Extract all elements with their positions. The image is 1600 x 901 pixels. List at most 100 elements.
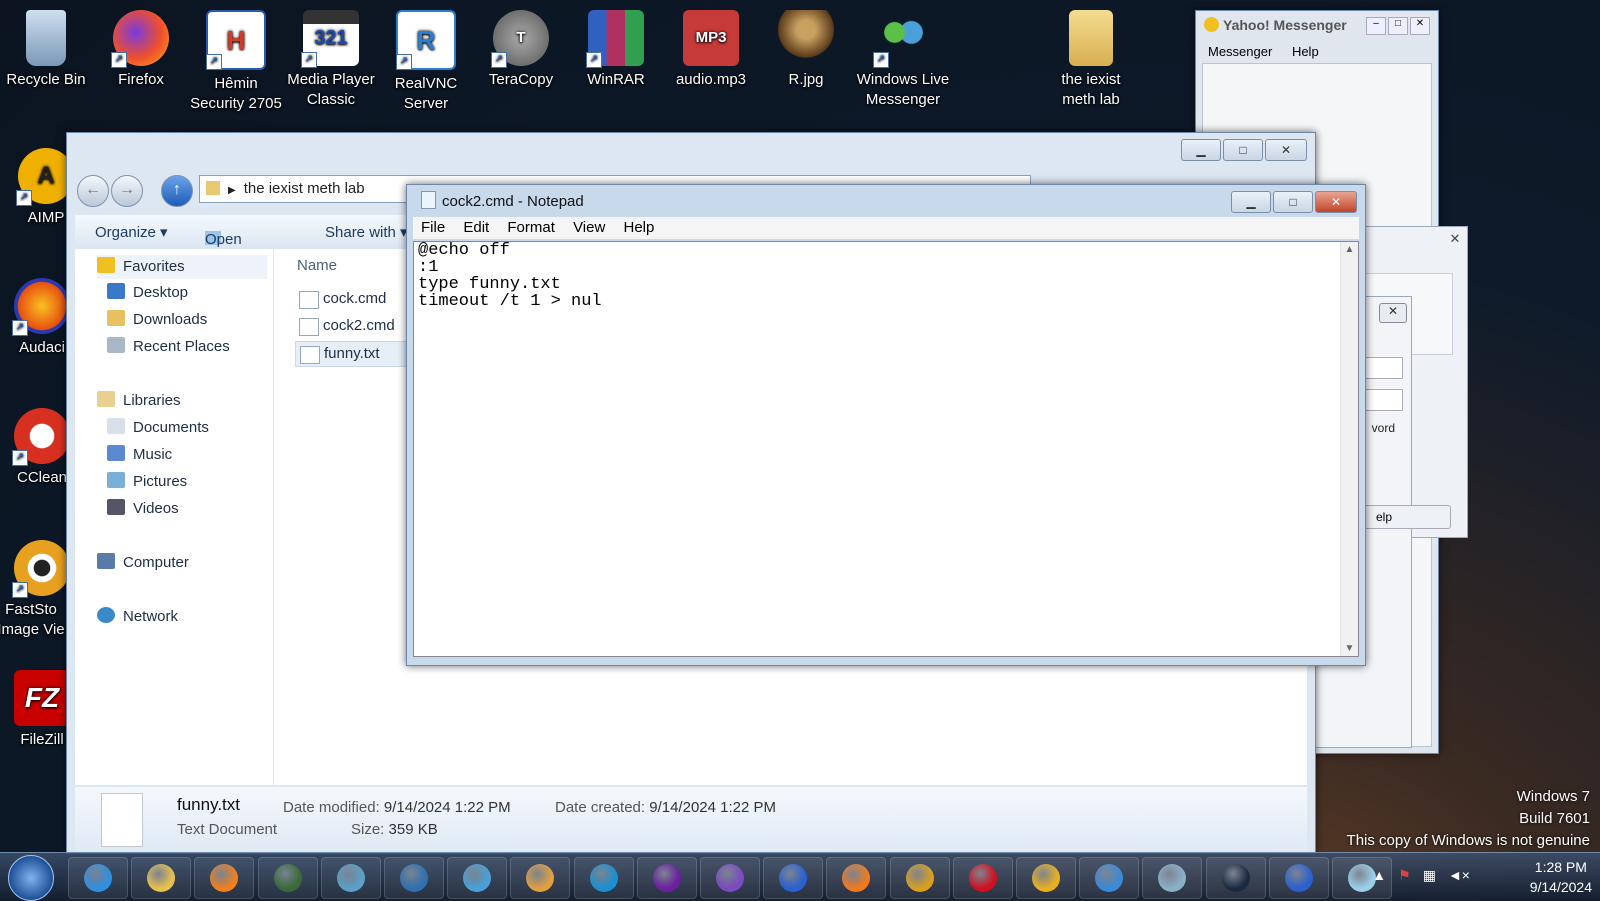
taskbar-button[interactable]: [1269, 857, 1329, 899]
taskbar-button[interactable]: [574, 857, 634, 899]
messenger-icon: [463, 864, 491, 892]
desktop-icon-recycle-bin[interactable]: Recycle Bin: [0, 4, 92, 90]
desktop-icon-realvnc[interactable]: R ↗ RealVNC Server: [380, 4, 472, 114]
menu-edit[interactable]: Edit: [463, 219, 489, 236]
globe-icon: [337, 864, 365, 892]
close-button[interactable]: ✕: [1265, 139, 1307, 161]
desktop-icon-winrar[interactable]: ↗ WinRAR: [570, 4, 662, 90]
close-button[interactable]: ✕: [1410, 17, 1430, 35]
menu-messenger[interactable]: Messenger: [1208, 44, 1272, 59]
close-icon[interactable]: ✕: [1447, 231, 1463, 247]
chrome-icon: [906, 864, 934, 892]
forward-button[interactable]: →: [111, 175, 143, 207]
details-size: Size: 359 KB: [351, 821, 438, 838]
taskbar-button[interactable]: [384, 857, 444, 899]
details-label: Date modified:: [283, 799, 380, 816]
maximize-button[interactable]: □: [1388, 17, 1408, 35]
nav-label: Desktop: [133, 284, 189, 301]
desktop-icon-audio-mp3[interactable]: MP3 audio.mp3: [665, 4, 757, 90]
column-header-name[interactable]: Name: [297, 257, 337, 274]
menu-help[interactable]: Help: [623, 219, 654, 236]
desktop-icon-label: RealVNC Server: [394, 75, 458, 112]
volume-muted-icon[interactable]: ◄×: [1448, 867, 1470, 884]
taskbar-button[interactable]: [1206, 857, 1266, 899]
taskbar-button[interactable]: [510, 857, 570, 899]
minimize-button[interactable]: ▁: [1181, 139, 1221, 161]
file-thumbnail-icon: [101, 793, 143, 847]
taskbar-button[interactable]: [1016, 857, 1076, 899]
blue-app-icon: [1285, 864, 1313, 892]
pictures-icon: [107, 472, 125, 488]
nav-label: Computer: [123, 554, 189, 571]
start-button[interactable]: [8, 855, 54, 901]
desktop-icon-hemin-security[interactable]: H ↗ Hêmin Security 2705: [190, 4, 282, 114]
details-file-name: funny.txt: [177, 795, 240, 814]
taskbar-button[interactable]: [1079, 857, 1139, 899]
internet-explorer-icon: [84, 864, 112, 892]
taskbar-button[interactable]: [194, 857, 254, 899]
menu-format[interactable]: Format: [507, 219, 555, 236]
taskbar-button[interactable]: [1142, 857, 1202, 899]
show-hidden-icons-icon[interactable]: ▲: [1372, 867, 1386, 884]
nav-pictures[interactable]: Pictures: [107, 470, 187, 494]
scroll-up-arrow-icon[interactable]: ▲: [1341, 244, 1358, 255]
nav-documents[interactable]: Documents: [107, 416, 209, 440]
taskbar-button[interactable]: [258, 857, 318, 899]
file-item-selected[interactable]: funny.txt: [295, 341, 421, 367]
maximize-button[interactable]: □: [1223, 139, 1263, 161]
taskbar-button[interactable]: [68, 857, 128, 899]
taskbar-button[interactable]: [637, 857, 697, 899]
scroll-down-arrow-icon[interactable]: ▼: [1341, 643, 1358, 654]
nav-favorites[interactable]: Favorites: [97, 255, 267, 279]
nav-music[interactable]: Music: [107, 443, 172, 467]
minimize-button[interactable]: ▁: [1231, 191, 1271, 213]
desktop-icon-firefox[interactable]: ↗ Firefox: [95, 4, 187, 90]
menu-file[interactable]: File: [421, 219, 445, 236]
watermark-line: Build 7601: [1519, 810, 1590, 827]
videos-icon: [107, 499, 125, 515]
desktop-icon-folder[interactable]: the iexist meth lab: [1045, 4, 1137, 110]
desktop-icon-media-player-classic[interactable]: 321 ↗ Media Player Classic: [285, 4, 377, 110]
taskbar-button[interactable]: [321, 857, 381, 899]
minimize-button[interactable]: –: [1366, 17, 1386, 35]
close-button[interactable]: ✕: [1315, 191, 1357, 213]
nav-desktop[interactable]: Desktop: [107, 281, 188, 305]
nav-libraries[interactable]: Libraries: [97, 389, 181, 413]
up-button[interactable]: ↑: [161, 175, 193, 207]
music-icon: [107, 445, 125, 461]
nav-computer[interactable]: Computer: [97, 551, 189, 575]
folder-icon: [206, 181, 220, 195]
desktop-icon-windows-live-messenger[interactable]: ↗ Windows Live Messenger: [855, 4, 951, 110]
taskbar-button[interactable]: [890, 857, 950, 899]
back-button[interactable]: ←: [77, 175, 109, 207]
organize-button[interactable]: Organize ▾: [95, 223, 168, 241]
desktop-icon-teracopy[interactable]: T ↗ TeraCopy: [475, 4, 567, 90]
desktop-icon-r-jpg[interactable]: R.jpg: [760, 4, 852, 90]
taskbar-button[interactable]: [700, 857, 760, 899]
menu-help[interactable]: Help: [1292, 44, 1319, 59]
network-status-icon[interactable]: ▦: [1423, 867, 1436, 884]
taskbar-button[interactable]: [826, 857, 886, 899]
nav-downloads[interactable]: Downloads: [107, 308, 207, 332]
clock[interactable]: 1:28 PM 9/14/2024: [1530, 857, 1592, 897]
details-modified: Date modified: 9/14/2024 1:22 PM: [283, 799, 511, 816]
notepad-text-area[interactable]: @echo off :1 type funny.txt timeout /t 1…: [413, 241, 1359, 657]
share-with-button[interactable]: Share with ▾: [325, 223, 408, 241]
help-button[interactable]: elp: [1363, 505, 1451, 529]
taskbar-button[interactable]: [131, 857, 191, 899]
nav-network[interactable]: Network: [97, 605, 178, 629]
taskbar-button[interactable]: [953, 857, 1013, 899]
notepad-window[interactable]: cock2.cmd - Notepad ▁ □ ✕ File Edit Form…: [406, 184, 1366, 666]
taskbar-button[interactable]: [447, 857, 507, 899]
menu-view[interactable]: View: [573, 219, 605, 236]
file-item[interactable]: cock2.cmd: [295, 314, 395, 338]
nav-recent-places[interactable]: Recent Places: [107, 335, 230, 359]
nav-videos[interactable]: Videos: [107, 497, 179, 521]
recycle-bin-icon: [26, 10, 66, 66]
file-item[interactable]: cock.cmd: [295, 287, 386, 311]
action-center-flag-icon[interactable]: ⚑: [1398, 867, 1411, 884]
vertical-scrollbar[interactable]: ▲ ▼: [1340, 242, 1358, 656]
taskbar-button[interactable]: [763, 857, 823, 899]
close-button[interactable]: ✕: [1379, 303, 1407, 323]
maximize-button[interactable]: □: [1273, 191, 1313, 213]
